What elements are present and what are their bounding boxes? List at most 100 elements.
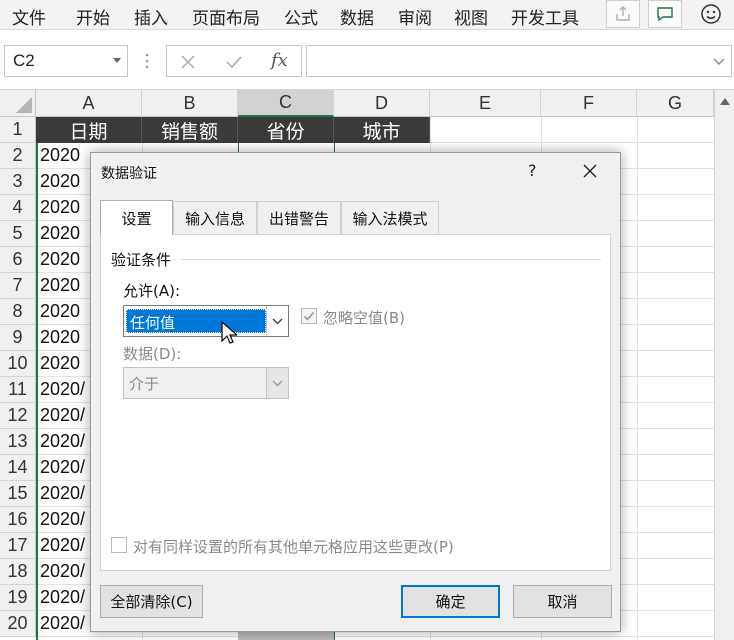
header-cell-sales[interactable]: 销售额 <box>142 117 238 143</box>
row-header[interactable]: 4 <box>0 195 36 221</box>
tab-insert[interactable]: 插入 <box>134 4 168 29</box>
vertical-scrollbar[interactable] <box>714 90 734 640</box>
tab-developer[interactable]: 开发工具 <box>511 4 579 29</box>
cell-a[interactable]: 2020/ <box>40 613 85 634</box>
cancel-button[interactable]: 取消 <box>513 585 612 618</box>
row-header[interactable]: 1 <box>0 117 36 143</box>
tab-ime-mode[interactable]: 输入法模式 <box>341 201 439 234</box>
allow-select[interactable]: 任何值 <box>123 305 289 337</box>
ok-button[interactable]: 确定 <box>401 585 500 618</box>
cell-a[interactable]: 2020/ <box>40 405 85 426</box>
cell-a[interactable]: 2020 <box>40 223 80 244</box>
cell-a[interactable]: 2020 <box>40 249 80 270</box>
share-button[interactable] <box>606 0 640 28</box>
data-label: 数据(D): <box>123 345 182 363</box>
column-header-e[interactable]: E <box>430 90 541 117</box>
name-box[interactable]: C2 <box>4 45 128 77</box>
cell-a[interactable]: 2020/ <box>40 431 85 452</box>
chevron-down-icon <box>272 380 283 386</box>
tab-home[interactable]: 开始 <box>76 4 110 29</box>
tab-input-message[interactable]: 输入信息 <box>173 201 257 234</box>
tab-view[interactable]: 视图 <box>454 4 488 29</box>
allow-select-value: 任何值 <box>126 309 266 333</box>
mouse-cursor-icon <box>221 321 237 344</box>
help-button[interactable]: ? <box>528 161 537 180</box>
column-header-a[interactable]: A <box>36 90 142 117</box>
cell-a[interactable]: 2020/ <box>40 561 85 582</box>
cell-a[interactable]: 2020/ <box>40 457 85 478</box>
ribbon-menu-bar: 文件 开始 插入 页面布局 公式 数据 审阅 视图 开发工具 <box>0 0 734 30</box>
cell-a[interactable]: 2020 <box>40 145 80 166</box>
header-cell-date[interactable]: 日期 <box>36 117 142 143</box>
apply-to-all-label: 对有同样设置的所有其他单元格应用这些更改(P) <box>133 538 454 556</box>
row-header[interactable]: 15 <box>0 481 36 507</box>
tab-error-alert[interactable]: 出错警告 <box>257 201 341 234</box>
cell-a[interactable]: 2020/ <box>40 483 85 504</box>
header-cell-city[interactable]: 城市 <box>334 117 430 143</box>
row-header[interactable]: 7 <box>0 273 36 299</box>
feedback-button[interactable] <box>694 0 728 28</box>
cancel-icon[interactable] <box>179 53 197 71</box>
comment-button[interactable] <box>648 0 682 28</box>
row-header[interactable]: 14 <box>0 455 36 481</box>
more-options-icon[interactable] <box>144 52 150 70</box>
formula-controls: fx <box>166 45 302 77</box>
formula-input[interactable] <box>306 45 732 77</box>
row-header[interactable]: 12 <box>0 403 36 429</box>
row-header[interactable]: 2 <box>0 143 36 169</box>
insert-function-icon[interactable]: fx <box>271 50 288 71</box>
comment-icon <box>657 7 673 22</box>
row-header[interactable]: 5 <box>0 221 36 247</box>
data-dropdown-button[interactable] <box>266 368 288 398</box>
enter-icon[interactable] <box>225 53 243 71</box>
row-header[interactable]: 11 <box>0 377 36 403</box>
cell-a[interactable]: 2020 <box>40 275 80 296</box>
cell-a[interactable]: 2020 <box>40 171 80 192</box>
row-header[interactable]: 19 <box>0 585 36 611</box>
apply-to-all-checkbox[interactable] <box>111 537 127 553</box>
cell-a[interactable]: 2020/ <box>40 587 85 608</box>
tab-page-layout[interactable]: 页面布局 <box>192 4 260 29</box>
allow-dropdown-button[interactable] <box>266 306 288 336</box>
cell-a[interactable]: 2020 <box>40 301 80 322</box>
tab-formulas[interactable]: 公式 <box>284 4 318 29</box>
row-header[interactable]: 6 <box>0 247 36 273</box>
scroll-up-icon[interactable] <box>718 95 732 107</box>
tab-settings[interactable]: 设置 <box>100 200 173 235</box>
column-header-b[interactable]: B <box>142 90 238 117</box>
ignore-blank-label: 忽略空值(B) <box>323 309 405 327</box>
header-cell-province[interactable]: 省份 <box>238 117 334 143</box>
column-header-g[interactable]: G <box>637 90 714 117</box>
select-all-corner[interactable] <box>0 90 36 117</box>
tab-data[interactable]: 数据 <box>340 4 374 29</box>
row-header[interactable]: 3 <box>0 169 36 195</box>
row-header[interactable]: 20 <box>0 611 36 637</box>
column-header-c[interactable]: C <box>238 90 334 117</box>
row-header[interactable]: 17 <box>0 533 36 559</box>
row-header[interactable]: 18 <box>0 559 36 585</box>
ignore-blank-checkbox[interactable] <box>301 308 317 324</box>
column-header-d[interactable]: D <box>334 90 430 117</box>
cell-a[interactable]: 2020/ <box>40 509 85 530</box>
cell-a[interactable]: 2020/ <box>40 535 85 556</box>
settings-panel: 验证条件 允许(A): 任何值 忽略空值(B) 数据(D): 介于 对有同样设置… <box>100 234 611 571</box>
row-header[interactable]: 8 <box>0 299 36 325</box>
data-select[interactable]: 介于 <box>123 367 289 399</box>
row-gridline <box>36 636 714 637</box>
cell-a[interactable]: 2020 <box>40 197 80 218</box>
chevron-down-icon <box>272 318 283 324</box>
row-header[interactable]: 10 <box>0 351 36 377</box>
column-header-f[interactable]: F <box>541 90 637 117</box>
cell-a[interactable]: 2020/ <box>40 379 85 400</box>
row-header[interactable]: 16 <box>0 507 36 533</box>
tab-file[interactable]: 文件 <box>12 4 46 29</box>
clear-all-button[interactable]: 全部清除(C) <box>100 585 203 618</box>
tab-review[interactable]: 审阅 <box>398 4 432 29</box>
expand-formula-icon[interactable] <box>713 58 725 66</box>
cell-a[interactable]: 2020 <box>40 327 80 348</box>
cell-a[interactable]: 2020 <box>40 353 80 374</box>
close-icon[interactable] <box>582 163 598 179</box>
row-header[interactable]: 9 <box>0 325 36 351</box>
row-header[interactable]: 13 <box>0 429 36 455</box>
chevron-down-icon <box>113 58 121 63</box>
